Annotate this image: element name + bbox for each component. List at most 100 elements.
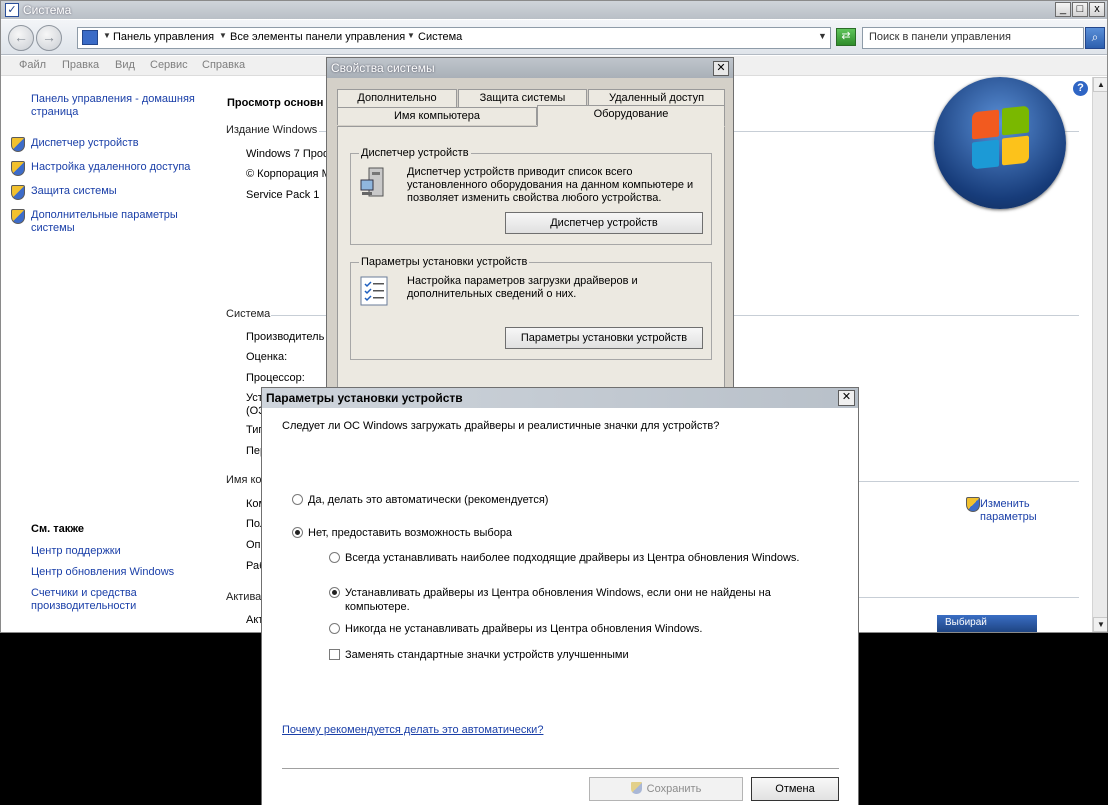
action-center-link[interactable]: Центр поддержки [31,545,121,558]
breadcrumb-arrow-icon[interactable]: ▼ [103,31,111,40]
search-placeholder: Поиск в панели управления [869,31,1011,43]
breadcrumb-arrow-icon[interactable]: ▼ [219,31,227,40]
shield-icon [11,137,25,152]
option-auto-label[interactable]: Да, делать это автоматически (рекомендуе… [308,493,548,507]
address-dropdown-icon[interactable]: ▼ [818,31,827,41]
group-title: Диспетчер устройств [359,147,471,159]
search-icon[interactable]: ⌕ [1085,27,1105,49]
save-button[interactable]: Сохранить [589,777,743,801]
windows-logo [934,77,1066,209]
section-divider [859,481,1079,482]
checkbox-enhanced-icons[interactable] [329,649,340,660]
menu-tools[interactable]: Сервис [150,59,188,71]
install-settings-description: Настройка параметров загрузки драйверов … [407,275,638,300]
hardware-tab-panel: Диспетчер устройств Диспетчер устройств … [337,126,725,398]
radio-auto[interactable] [292,494,303,505]
close-button[interactable]: x [1089,2,1105,17]
device-manager-group: Диспетчер устройств Диспетчер устройств … [350,147,712,245]
dialog-title: Свойства системы [331,61,435,75]
edition-row: Service Pack 1 [246,189,320,201]
option-never-label[interactable]: Никогда не устанавливать драйверы из Цен… [345,622,702,636]
shield-icon [11,161,25,176]
scroll-down-icon[interactable]: ▼ [1093,617,1107,632]
window-title: Система [23,3,72,17]
device-manager-icon [359,166,389,200]
minimize-button[interactable]: _ [1055,2,1071,17]
radio-manual[interactable] [292,527,303,538]
install-settings-group: Параметры установки устройств Настройка … [350,256,712,360]
menu-view[interactable]: Вид [115,59,135,71]
menu-help[interactable]: Справка [202,59,245,71]
help-icon[interactable]: ? [1073,81,1088,96]
dialog-question: Следует ли ОС Windows загружать драйверы… [282,420,720,432]
close-icon[interactable]: ✕ [713,61,729,76]
shield-icon [11,185,25,200]
menu-file[interactable]: Файл [19,59,46,71]
forward-button[interactable]: → [36,25,62,51]
device-installation-dialog: Параметры установки устройств ✕ Следует … [261,387,859,805]
breadcrumb-all-items[interactable]: Все элементы панели управления [230,31,405,43]
menu-edit[interactable]: Правка [62,59,99,71]
radio-always[interactable] [329,552,340,563]
checkbox-enhanced-icons-label[interactable]: Заменять стандартные значки устройств ул… [345,648,629,662]
back-button[interactable]: ← [8,25,34,51]
checklist-icon [359,275,389,307]
group-title: Параметры установки устройств [359,256,530,268]
advanced-settings-link[interactable]: Дополнительные параметры системы [31,209,201,235]
system-section-label: Система [226,308,271,320]
scroll-up-icon[interactable]: ▲ [1093,77,1107,92]
breadcrumb-arrow-icon[interactable]: ▼ [407,31,415,40]
system-row: Оценка: [246,351,288,363]
system-window-icon: ✓ [5,3,19,17]
edition-section-label: Издание Windows [226,124,318,136]
system-row: Производитель [246,331,325,343]
option-if-missing-label[interactable]: Устанавливать драйверы из Центра обновле… [345,586,815,614]
shield-icon [966,497,980,512]
refresh-icon[interactable]: ⇄ [836,28,856,46]
shield-icon [630,782,642,794]
page-heading: Просмотр основн [227,97,324,109]
search-input[interactable]: Поиск в панели управления [862,27,1084,49]
device-manager-button[interactable]: Диспетчер устройств [505,212,703,234]
navigation-bar: ← → ▼ Панель управления ▼ Все элементы п… [1,20,1107,55]
title-bar: ✓ Система _ □ x [1,1,1107,19]
tab-computer-name[interactable]: Имя компьютера [337,107,537,125]
edition-row: © Корпорация М [246,168,331,180]
option-always-label[interactable]: Всегда устанавливать наиболее подходящие… [345,551,799,565]
why-recommended-link[interactable]: Почему рекомендуется делать это автомати… [282,724,543,737]
radio-if-missing[interactable] [329,587,340,598]
activation-section-label: Актива [226,591,262,603]
promo-banner[interactable]: Выбирай [937,615,1037,632]
close-icon[interactable]: ✕ [838,390,855,406]
dialog-title-bar: Свойства системы ✕ [327,58,733,78]
remote-settings-link[interactable]: Настройка удаленного доступа [31,161,190,174]
system-properties-dialog: Свойства системы ✕ Дополнительно Защита … [326,57,734,398]
tab-advanced[interactable]: Дополнительно [337,89,457,107]
breadcrumb-system[interactable]: Система [418,31,462,43]
cancel-button[interactable]: Отмена [751,777,839,801]
tab-hardware[interactable]: Оборудование [537,105,725,127]
radio-never[interactable] [329,623,340,634]
footer-divider [282,768,839,769]
vertical-scrollbar[interactable]: ▲ ▼ [1092,77,1107,632]
breadcrumb-control-panel[interactable]: Панель управления [113,31,214,43]
system-row: Процессор: [246,372,305,384]
option-manual-label[interactable]: Нет, предоставить возможность выбора [308,526,512,540]
section-divider [859,597,1079,598]
save-button-label: Сохранить [646,783,702,795]
maximize-button[interactable]: □ [1072,2,1088,17]
change-settings-link[interactable]: Изменить параметры [980,498,1050,524]
windows-update-link[interactable]: Центр обновления Windows [31,566,174,579]
see-also-heading: См. также [31,523,84,535]
shield-icon [11,209,25,224]
control-panel-home-link[interactable]: Панель управления - домашняя страница [31,93,206,119]
system-protection-link[interactable]: Защита системы [31,185,117,198]
device-manager-description: Диспетчер устройств приводит список всег… [407,166,694,204]
dialog-title: Параметры установки устройств [266,391,463,405]
control-panel-icon [82,30,98,45]
performance-link[interactable]: Счетчики и средства производительности [31,587,196,613]
install-settings-button[interactable]: Параметры установки устройств [505,327,703,349]
dialog-title-bar: Параметры установки устройств ✕ [262,388,858,408]
device-manager-link[interactable]: Диспетчер устройств [31,137,139,150]
address-bar[interactable]: ▼ Панель управления ▼ Все элементы панел… [77,27,831,49]
